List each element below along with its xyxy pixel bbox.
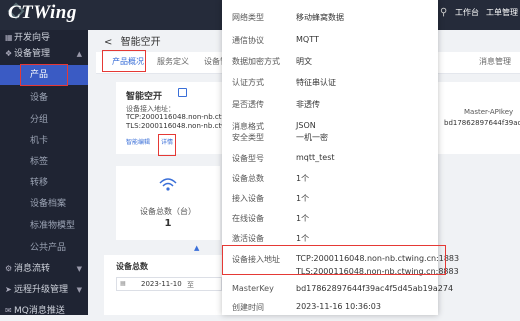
device-stats-card: 设备总数（台） 1	[116, 166, 220, 240]
tab-message-management[interactable]: 消息管理	[479, 56, 511, 67]
signal-icon	[159, 178, 177, 191]
device-icon: ❖	[5, 49, 13, 58]
sidebar-item-label: 标签	[30, 157, 49, 167]
detail-label: 在线设备	[232, 214, 264, 223]
breadcrumb: < 智能空开	[104, 33, 161, 48]
chevron-down-icon: ▼	[76, 265, 82, 273]
page-title: 智能空开	[120, 37, 161, 48]
edit-icon[interactable]	[178, 88, 187, 97]
detail-value: 非透传	[296, 100, 320, 109]
sidebar-item-device[interactable]: 设备	[0, 88, 88, 108]
sidebar-item-thing-model[interactable]: 标准物模型	[0, 216, 88, 236]
calendar-icon: ▦	[120, 280, 126, 287]
highlight-box-detail	[158, 134, 176, 156]
device-total-title: 设备总数	[116, 262, 148, 271]
product-name: 智能空开	[126, 92, 163, 102]
tls-address: TLS:2000116048.non-nb.ctwing.cn	[126, 122, 222, 130]
highlight-box-tab	[102, 50, 146, 72]
detail-label: MasterKey	[232, 284, 274, 293]
detail-label: 是否透传	[232, 100, 264, 109]
device-count-label: 设备总数（台）	[140, 207, 196, 216]
edit-link[interactable]: 智能编辑	[126, 137, 150, 146]
detail-value: 1个	[296, 194, 310, 203]
detail-value: 特征串认证	[296, 78, 336, 87]
detail-value: JSON	[296, 121, 316, 130]
sidebar-item-label: 转移	[30, 178, 49, 188]
date-separator: 至	[187, 281, 194, 289]
master-apikey-value: bd17862897644f39ac4f5d45	[444, 119, 520, 127]
master-apikey-label: Master-APIkey	[464, 108, 514, 116]
detail-value: MQTT	[296, 35, 319, 44]
detail-label: 接入设备	[232, 194, 264, 203]
sidebar-item-label: 设备档案	[30, 199, 67, 209]
chevron-down-icon: ▼	[76, 286, 82, 294]
detail-value: 1个	[296, 214, 310, 223]
tcp-address: TCP:2000116048.non-nb.ctwing.cn	[126, 113, 222, 121]
detail-label: 创建时间	[232, 303, 264, 312]
date-range-picker[interactable]: ▦ 2023-11-10 至	[116, 277, 222, 291]
sidebar-item-transfer[interactable]: 转移	[0, 173, 88, 193]
detail-value: 移动蜂窝数据	[296, 13, 344, 22]
sidebar-item-label: 机卡	[30, 136, 49, 146]
device-total-section: 设备总数 ▦ 2023-11-10 至	[104, 255, 222, 315]
detail-value: 1个	[296, 234, 310, 243]
highlight-box-product	[20, 64, 68, 86]
tab-service-definition[interactable]: 服务定义	[157, 56, 189, 67]
detail-label: 通信协议	[232, 36, 264, 45]
caret-up-icon: ▲	[194, 244, 200, 252]
top-link-workbench[interactable]: 工作台	[455, 7, 479, 18]
sidebar-item-label: 开发向导	[14, 33, 51, 43]
top-link-tickets[interactable]: 工单管理	[486, 7, 518, 18]
highlight-box-access-address	[222, 245, 446, 275]
sidebar-item-public-product[interactable]: 公共产品	[0, 238, 88, 258]
sidebar-item-label: 远程升级管理	[14, 285, 69, 295]
upgrade-icon: ➤	[5, 285, 12, 294]
sidebar-item-message-flow[interactable]: ⚙ 消息流转 ▼	[0, 259, 88, 279]
detail-value: mqtt_test	[296, 153, 335, 162]
sidebar-item-label: 分组	[30, 115, 49, 125]
detail-label: 消息格式	[232, 122, 264, 131]
logo[interactable]: CTWing	[8, 2, 77, 24]
sidebar-item-tag[interactable]: 标签	[0, 152, 88, 172]
flow-icon: ⚙	[5, 264, 13, 273]
detail-value: 明文	[296, 57, 312, 66]
sidebar-item-label: 公共产品	[30, 243, 67, 253]
sidebar-item-group[interactable]: 分组	[0, 110, 88, 130]
device-count-value: 1	[164, 218, 172, 229]
detail-label: 安全类型	[232, 133, 264, 142]
search-icon[interactable]: ⚲	[440, 7, 451, 18]
detail-value: bd17862897644f39ac4f5d45ab19a274	[296, 284, 454, 293]
sidebar-item-label: 标准物模型	[30, 221, 76, 231]
chevron-up-icon: ▲	[76, 50, 82, 58]
detail-label: 数据加密方式	[232, 57, 280, 66]
mq-icon: ✉	[5, 306, 12, 315]
sidebar-item-mq[interactable]: ✉ MQ消息推送	[0, 301, 88, 321]
date-start: 2023-11-10	[141, 280, 182, 288]
back-button[interactable]: <	[104, 37, 112, 48]
detail-label: 设备型号	[232, 154, 264, 163]
sidebar-item-ota[interactable]: ➤ 远程升级管理 ▼	[0, 280, 88, 300]
sidebar: ▦ 开发向导 ❖ 设备管理 ▲ 产品 设备 分组 机卡 标签 转移 设备档案 标…	[0, 30, 88, 316]
detail-value: 2023-11-16 10:36:03	[296, 302, 381, 311]
sidebar-item-sim[interactable]: 机卡	[0, 131, 88, 151]
detail-label: 网络类型	[232, 13, 264, 22]
detail-label: 认证方式	[232, 78, 264, 87]
detail-label: 设备总数	[232, 174, 264, 183]
detail-value: 一机一密	[296, 133, 328, 142]
sidebar-item-label: 设备	[30, 93, 49, 103]
sidebar-item-label: 消息流转	[14, 264, 51, 274]
sidebar-item-archive[interactable]: 设备档案	[0, 194, 88, 214]
detail-value: 1个	[296, 174, 310, 183]
detail-label: 激活设备	[232, 234, 264, 243]
sidebar-item-label: 设备管理	[14, 49, 51, 59]
sidebar-item-device-management[interactable]: ❖ 设备管理 ▲	[0, 44, 88, 64]
